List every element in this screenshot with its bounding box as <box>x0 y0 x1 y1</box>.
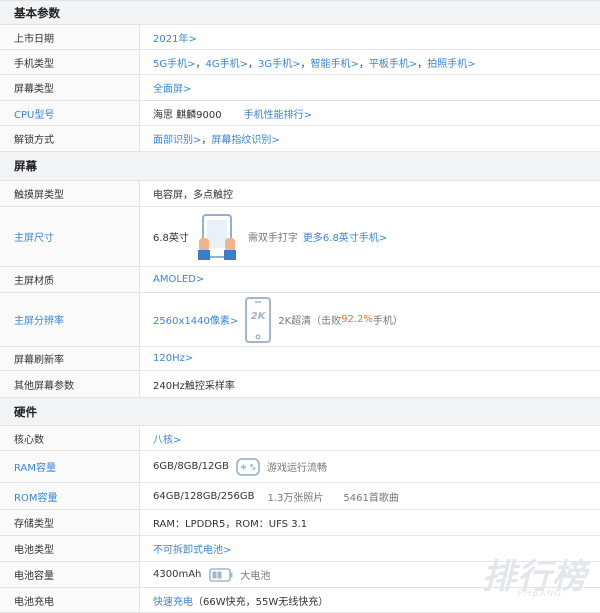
section-basic-params: 基本参数 <box>0 1 600 25</box>
rom-value: 64GB/128GB/256GB <box>153 490 255 502</box>
label-phone-type: 手机类型 <box>0 50 140 74</box>
phone-type-link-4g[interactable]: 4G手机> <box>206 55 249 70</box>
row-screen-material: 主屏材质 AMOLED> <box>0 267 600 293</box>
charging-value: （66W快充，55W无线快充） <box>193 596 329 608</box>
gamepad-icon <box>236 457 260 476</box>
section-hardware: 硬件 <box>0 398 600 426</box>
screen-size-value: 6.8英寸 <box>153 233 189 244</box>
performance-ranking-link[interactable]: 手机性能排行> <box>244 106 312 121</box>
label-ram-link[interactable]: RAM容量 <box>0 451 140 482</box>
label-cores: 核心数 <box>0 426 140 450</box>
2k-badge: 2K <box>250 310 266 322</box>
label-other-screen-params: 其他屏幕参数 <box>0 371 140 397</box>
row-cpu: CPU型号 海思 麒麟9000 手机性能排行> <box>0 101 600 126</box>
row-phone-type: 手机类型 5G手机>， 4G手机>， 3G手机>， 智能手机>， 平板手机>， … <box>0 50 600 75</box>
screen-resolution-link[interactable]: 2560x1440像素> <box>153 312 238 327</box>
fast-charging-link[interactable]: 快速充电 <box>153 593 193 608</box>
label-screen-material: 主屏材质 <box>0 267 140 292</box>
separator: ， <box>358 58 369 70</box>
screen-size-hint: 需双手打字 <box>247 233 298 244</box>
battery-icon <box>209 567 233 582</box>
battery-capacity-value: 4300mAh <box>153 569 202 580</box>
touch-type-value: 电容屏，多点触控 <box>153 190 233 201</box>
section-screen: 屏幕 <box>0 152 600 181</box>
row-refresh-rate: 屏幕刷新率 120Hz> <box>0 347 600 371</box>
row-screen-resolution: 主屏分辨率 2560x1440像素> 2K 2K超清（击败 92.2% 手机） <box>0 293 600 347</box>
row-storage-type: 存储类型 RAM：LPDDR5，ROM：UFS 3.1 <box>0 510 600 536</box>
label-battery-type: 电池类型 <box>0 536 140 561</box>
separator: ， <box>195 58 206 70</box>
storage-type-value: RAM：LPDDR5，ROM：UFS 3.1 <box>153 519 308 530</box>
row-other-screen-params: 其他屏幕参数 240Hz触控采样率 <box>0 371 600 398</box>
cores-link[interactable]: 八核> <box>153 431 181 446</box>
row-release-date: 上市日期 2021年> <box>0 25 600 50</box>
two-hand-phone-icon <box>197 213 236 260</box>
row-unlock: 解锁方式 面部识别>， 屏幕指纹识别> <box>0 126 600 152</box>
unlock-link-face[interactable]: 面部识别> <box>153 131 201 146</box>
resolution-hint-prefix: 2K超清（击败 <box>278 316 342 327</box>
refresh-rate-link[interactable]: 120Hz> <box>153 353 193 364</box>
resolution-hint-suffix: 手机） <box>372 316 403 327</box>
battery-capacity-hint: 大电池 <box>240 571 271 582</box>
spec-table: 基本参数 上市日期 2021年> 手机类型 5G手机>， 4G手机>， 3G手机… <box>0 0 600 613</box>
row-ram: RAM容量 6GB/8GB/12GB 游戏运行流畅 <box>0 451 600 483</box>
other-screen-params-value: 240Hz触控采样率 <box>153 380 235 392</box>
unlock-link-fingerprint[interactable]: 屏幕指纹识别> <box>211 131 279 146</box>
label-cpu-link[interactable]: CPU型号 <box>0 101 140 125</box>
label-release-date: 上市日期 <box>0 25 140 49</box>
watermark-en: PHBANG <box>518 589 563 599</box>
2k-phone-icon: 2K <box>244 296 272 343</box>
resolution-beat-percent: 92.2% <box>341 314 373 325</box>
label-screen-resolution-link[interactable]: 主屏分辨率 <box>0 293 140 346</box>
rom-songs: 5461首歌曲 <box>343 492 399 504</box>
screen-type-link[interactable]: 全面屏> <box>153 80 191 95</box>
label-charging: 电池充电 <box>0 588 140 612</box>
rom-photos: 1.3万张照片 <box>267 492 324 504</box>
label-unlock: 解锁方式 <box>0 126 140 151</box>
phone-type-link-tablet[interactable]: 平板手机> <box>369 55 417 70</box>
ram-value: 6GB/8GB/12GB <box>153 461 230 472</box>
label-touch-type: 触摸屏类型 <box>0 181 140 206</box>
row-touch-type: 触摸屏类型 电容屏，多点触控 <box>0 181 600 207</box>
label-refresh-rate: 屏幕刷新率 <box>0 347 140 370</box>
separator: ， <box>201 135 212 146</box>
watermark-logo: 排行榜 PHBANG <box>478 549 588 609</box>
more-68-inch-phones-link[interactable]: 更多6.8英寸手机> <box>303 229 387 244</box>
row-screen-size: 主屏尺寸 6.8英寸 需双手打字 更多6.8英寸手机> <box>0 207 600 267</box>
label-storage-type: 存储类型 <box>0 510 140 535</box>
row-cores: 核心数 八核> <box>0 426 600 451</box>
phone-type-link-smart[interactable]: 智能手机> <box>311 55 359 70</box>
row-rom: ROM容量 64GB/128GB/256GB 1.3万张照片 5461首歌曲 <box>0 483 600 510</box>
cpu-value: 海思 麒麟9000 <box>153 109 222 121</box>
release-date-link[interactable]: 2021年> <box>153 30 197 45</box>
row-screen-type: 屏幕类型 全面屏> <box>0 75 600 101</box>
phone-type-link-camera[interactable]: 拍照手机> <box>427 55 475 70</box>
screen-material-link[interactable]: AMOLED> <box>153 274 204 285</box>
ram-hint: 游戏运行流畅 <box>267 463 328 474</box>
battery-type-link[interactable]: 不可拆卸式电池> <box>153 541 231 556</box>
phone-type-link-3g[interactable]: 3G手机> <box>258 55 301 70</box>
phone-type-link-5g[interactable]: 5G手机> <box>153 55 196 70</box>
label-battery-capacity: 电池容量 <box>0 562 140 587</box>
label-screen-size-link[interactable]: 主屏尺寸 <box>0 207 140 266</box>
separator: ， <box>248 58 258 70</box>
label-rom-link[interactable]: ROM容量 <box>0 483 140 509</box>
separator: ， <box>300 58 311 70</box>
separator: ， <box>417 58 428 70</box>
label-screen-type: 屏幕类型 <box>0 75 140 100</box>
